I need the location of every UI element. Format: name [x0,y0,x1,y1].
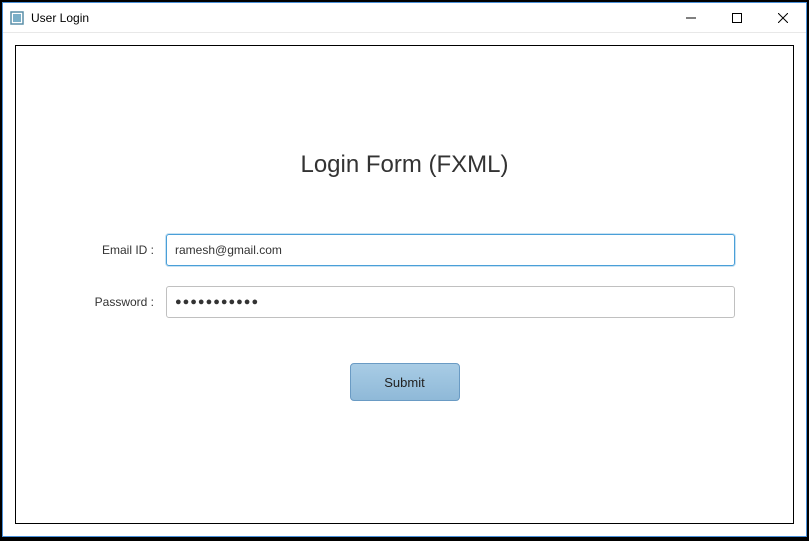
maximize-button[interactable] [714,3,760,33]
content-area: Login Form (FXML) Email ID : Password : … [3,33,806,536]
submit-button[interactable]: Submit [350,363,460,401]
password-row: Password : [16,286,793,318]
email-input[interactable] [166,234,735,266]
application-window: User Login Login Form (FXML) [2,2,807,537]
password-label: Password : [74,295,154,309]
password-input[interactable] [166,286,735,318]
close-button[interactable] [760,3,806,33]
email-label: Email ID : [74,243,154,257]
form-heading: Login Form (FXML) [300,151,508,179]
email-row: Email ID : [16,234,793,266]
window-controls [668,3,806,32]
window-title: User Login [31,11,668,25]
login-panel: Login Form (FXML) Email ID : Password : … [15,45,794,524]
titlebar: User Login [3,3,806,33]
minimize-button[interactable] [668,3,714,33]
submit-row: Submit [16,363,793,401]
app-icon [9,10,25,26]
